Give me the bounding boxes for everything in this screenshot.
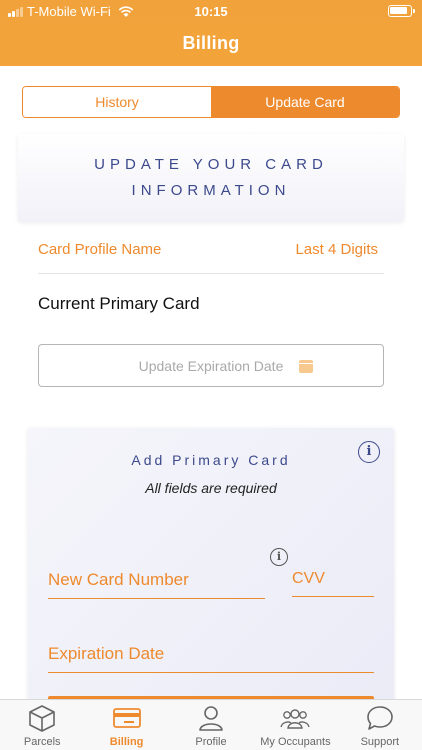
tab-parcels[interactable]: Parcels [0, 700, 84, 750]
tab-billing[interactable]: Billing [84, 700, 168, 750]
tab-label: Parcels [23, 736, 61, 748]
status-bar: T-Mobile Wi-Fi 10:15 [0, 0, 422, 24]
banner-line-1: UPDATE YOUR CARD [94, 156, 328, 173]
update-expiration-label: Update Expiration Date [138, 357, 284, 374]
divider [38, 273, 384, 274]
header-bar: T-Mobile Wi-Fi 10:15 Billing [0, 0, 422, 66]
tab-label: Profile [195, 736, 227, 748]
tab-history[interactable]: History [23, 87, 211, 117]
tab-label: My Occupants [260, 736, 331, 748]
clock: 10:15 [194, 4, 228, 19]
group-icon [280, 709, 311, 729]
update-card-banner: UPDATE YOUR CARD INFORMATION [18, 134, 404, 222]
info-icon[interactable]: i [358, 441, 380, 463]
tab-update-card[interactable]: Update Card [211, 87, 399, 117]
tab-support[interactable]: Support [338, 700, 422, 750]
card-profile-name-header: Card Profile Name [38, 241, 162, 258]
person-icon [199, 706, 223, 731]
credit-card-icon [112, 708, 141, 728]
billing-screen: T-Mobile Wi-Fi 10:15 Billing History Upd… [0, 0, 422, 750]
cvv-field[interactable]: CVV [292, 570, 374, 597]
card-number-field[interactable]: New Card Number [48, 570, 265, 599]
add-primary-card-panel: Add Primary Card All fields are required… [28, 428, 394, 728]
card-table-header: Card Profile Name Last 4 Digits [38, 241, 378, 258]
tab-my-occupants[interactable]: My Occupants [253, 700, 337, 750]
update-expiration-date-button[interactable]: Update Expiration Date [38, 344, 384, 387]
tab-label: Support [360, 736, 400, 748]
add-card-subtitle: All fields are required [145, 480, 277, 496]
box-icon [29, 705, 56, 732]
battery-icon [388, 5, 415, 17]
page-title: Billing [182, 33, 240, 53]
chat-bubble-icon [367, 706, 393, 730]
tab-bar: Parcels Billing Profile My Occupants Sup… [0, 699, 422, 750]
cvv-info-icon[interactable]: i [270, 548, 288, 566]
tab-label: Billing [109, 736, 144, 748]
expiration-date-field[interactable]: Expiration Date [48, 644, 374, 673]
last-4-digits-header: Last 4 Digits [295, 241, 378, 258]
segmented-control: History Update Card [22, 86, 400, 118]
calendar-icon [299, 360, 313, 373]
add-card-title: Add Primary Card [131, 452, 291, 468]
banner-line-2: INFORMATION [131, 182, 291, 199]
current-primary-card-label: Current Primary Card [38, 294, 200, 313]
tab-profile[interactable]: Profile [169, 700, 253, 750]
